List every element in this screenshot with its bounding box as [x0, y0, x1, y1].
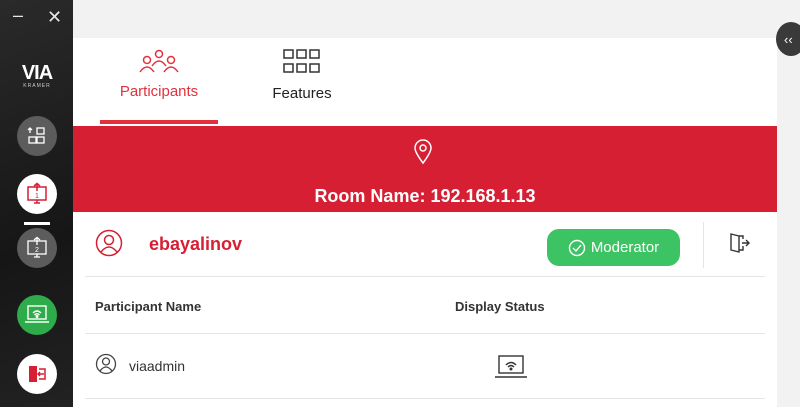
- current-user-row: ebayalinov Moderator: [85, 212, 765, 277]
- leave-session-icon[interactable]: [728, 231, 752, 255]
- tab-features-label: Features: [272, 85, 332, 102]
- user-icon: [95, 353, 117, 375]
- share-screen-1-icon: 1: [27, 182, 47, 204]
- active-tab-underline: [100, 120, 218, 124]
- wireless-display-icon[interactable]: [493, 354, 529, 380]
- logo-sub: KRAMER: [23, 83, 51, 89]
- via-logo: VIA KRAMER: [14, 62, 60, 89]
- svg-text:2: 2: [35, 247, 39, 254]
- participants-icon: [139, 49, 179, 73]
- close-button[interactable]: ✕: [47, 8, 62, 26]
- layout-icon: [27, 127, 45, 144]
- features-grid-icon: [283, 49, 320, 73]
- header-participant-name: Participant Name: [95, 299, 202, 314]
- sidebar: – ✕ VIA KRAMER 1 2: [0, 0, 73, 407]
- logo-text: VIA: [21, 62, 53, 84]
- divider: [703, 222, 704, 268]
- share-screen-2-button[interactable]: 2: [17, 228, 57, 268]
- user-icon: [95, 229, 123, 257]
- table-row: viaadmin: [85, 334, 765, 399]
- check-circle-icon: [568, 239, 586, 256]
- current-user-name: ebayalinov: [149, 234, 243, 254]
- wireless-display-icon: [25, 305, 49, 323]
- tab-bar: Participants Features: [73, 38, 777, 126]
- main-panel: Participants Features Room Name: 192.168…: [73, 38, 777, 407]
- collapse-label: ‹‹: [784, 31, 793, 47]
- exit-door-icon: [29, 366, 46, 382]
- wireless-display-button[interactable]: [17, 295, 57, 335]
- share-screen-2-icon: 2: [27, 236, 47, 258]
- room-name: Room Name: 192.168.1.13: [314, 186, 536, 206]
- svg-text:1: 1: [35, 193, 39, 200]
- collapse-panel-button[interactable]: ‹‹: [776, 22, 800, 56]
- tab-features[interactable]: Features: [257, 48, 347, 102]
- exit-button[interactable]: [17, 354, 57, 394]
- moderator-label: Moderator: [590, 239, 660, 256]
- moderator-button[interactable]: Moderator: [547, 229, 680, 266]
- header-display-status: Display Status: [455, 299, 545, 314]
- layout-button[interactable]: [17, 116, 57, 156]
- share-screen-1-button[interactable]: 1: [17, 174, 57, 214]
- location-pin-icon: [414, 139, 432, 165]
- room-banner: Room Name: 192.168.1.13: [73, 126, 777, 212]
- tab-participants[interactable]: Participants: [100, 48, 218, 100]
- participant-name: viaadmin: [129, 358, 186, 374]
- minimize-button[interactable]: –: [13, 6, 23, 24]
- table-header: Participant Name Display Status: [85, 277, 765, 334]
- active-indicator: [24, 222, 50, 225]
- tab-participants-label: Participants: [119, 83, 199, 100]
